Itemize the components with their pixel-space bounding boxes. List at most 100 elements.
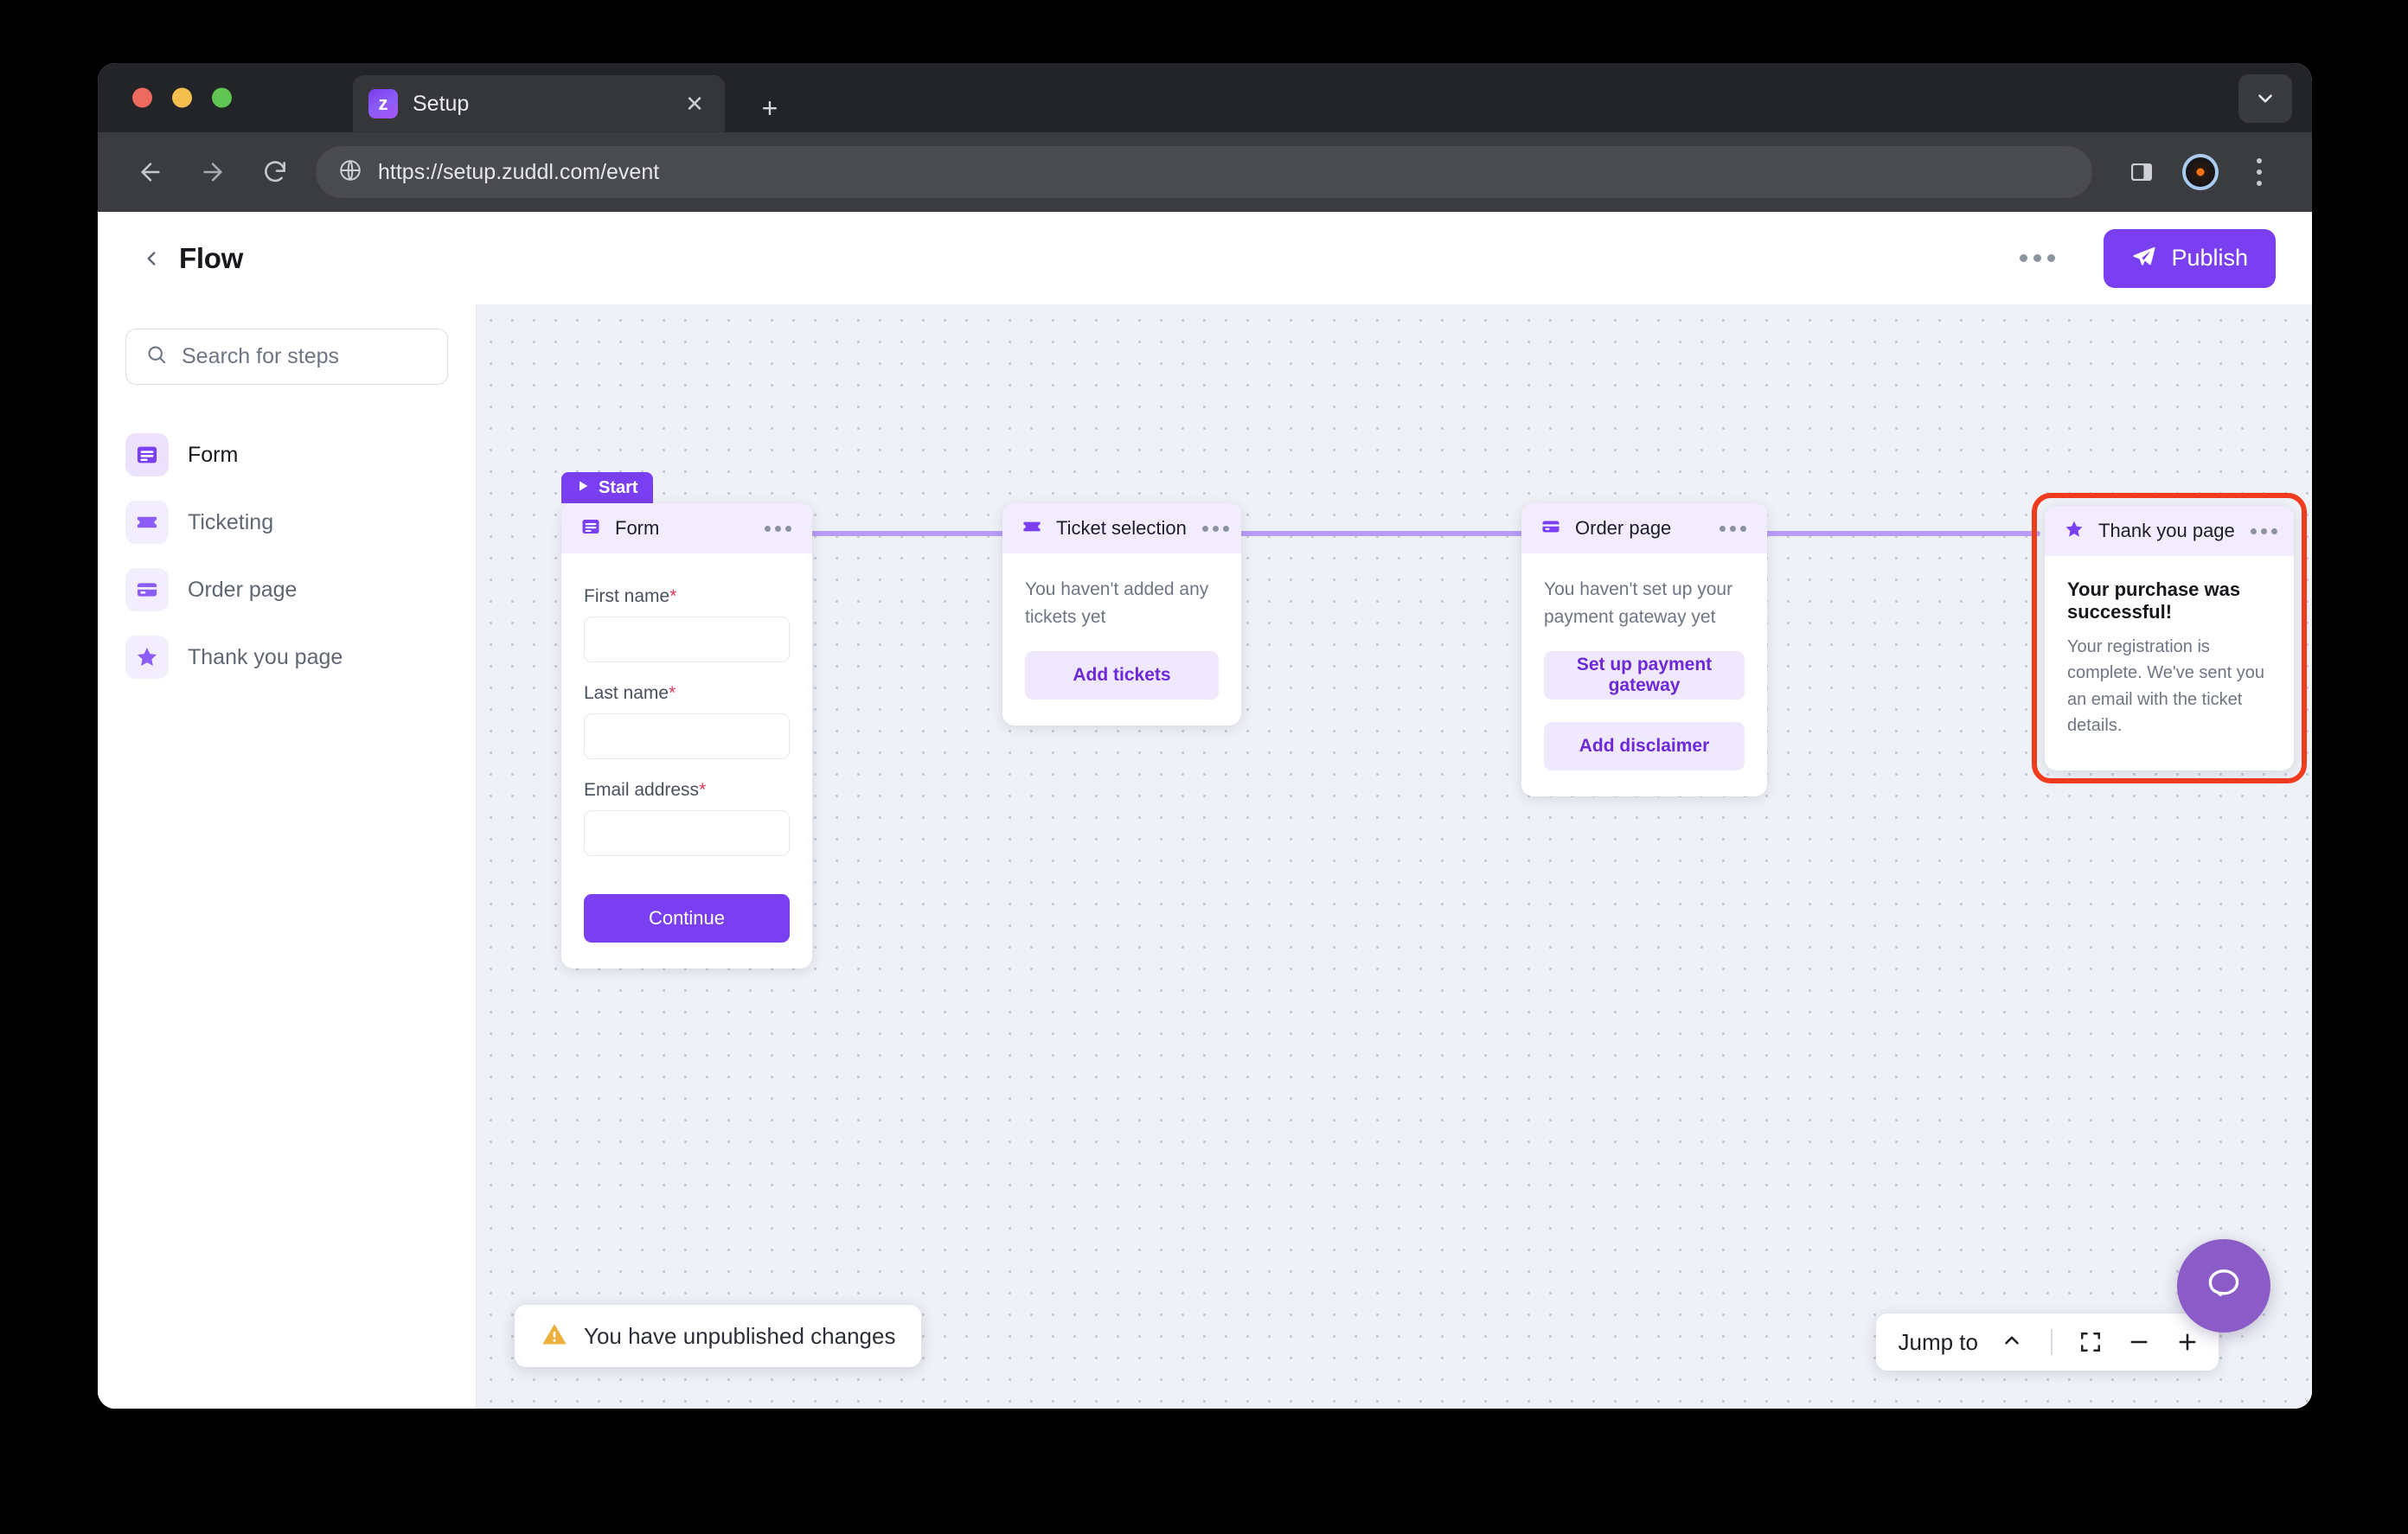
close-icon[interactable]: ✕	[680, 89, 709, 118]
star-icon	[2064, 519, 2085, 544]
jump-to-label: Jump to	[1898, 1328, 1979, 1355]
zuddl-favicon-icon: z	[368, 89, 398, 118]
browser-window: z Setup ✕ + https://setup.zuddl.com/even…	[98, 63, 2312, 1409]
sidebar-item-thank-you-page[interactable]: Thank you page	[125, 623, 448, 691]
chat-bubble-icon	[2203, 1263, 2245, 1309]
publish-button[interactable]: Publish	[2104, 228, 2276, 288]
node-form[interactable]: Form First name* Last name* Email addres…	[561, 503, 812, 968]
jump-to-button[interactable]: Jump to	[1899, 1329, 2038, 1356]
app-body: Form Ticketing Order page	[98, 304, 2312, 1409]
sidebar-item-label: Ticketing	[188, 509, 274, 534]
connector-order-to-thankyou	[1762, 531, 2040, 536]
warning-triangle-icon	[541, 1320, 568, 1352]
zuddl-app: Flow Publish Search for steps Form Ticke…	[98, 212, 2312, 1409]
thankyou-heading: Your purchase was successful!	[2067, 578, 2241, 623]
thankyou-subtext: Your registration is complete. We've sen…	[2067, 637, 2265, 736]
set-up-payment-gateway-button[interactable]: Set up payment gateway	[1544, 651, 1745, 700]
chevron-down-icon[interactable]	[2238, 74, 2292, 123]
more-horizontal-icon[interactable]	[1718, 519, 1748, 539]
tab-title: Setup	[413, 91, 470, 116]
ticket-icon	[125, 501, 169, 544]
node-ticket-selection[interactable]: Ticket selection You haven't added any t…	[1002, 503, 1241, 725]
minimize-window-button[interactable]	[172, 87, 192, 108]
app-header: Flow Publish	[98, 212, 2312, 304]
browser-tab-strip: z Setup ✕ +	[98, 63, 2312, 132]
browser-toolbar-actions	[2115, 145, 2286, 199]
node-form-header: Form	[561, 503, 812, 553]
ticket-empty-text: You haven't added any tickets yet	[1025, 579, 1209, 627]
add-tickets-button[interactable]: Add tickets	[1025, 651, 1219, 700]
order-empty-text: You haven't set up your payment gateway …	[1544, 579, 1733, 627]
ticket-icon	[1021, 516, 1042, 541]
maximize-window-button[interactable]	[212, 87, 232, 108]
form-icon	[580, 516, 601, 541]
start-label: Start	[599, 477, 638, 497]
node-title: Order page	[1575, 517, 1672, 539]
node-thank-you-page[interactable]: Thank you page Your purchase was success…	[2045, 506, 2294, 770]
node-title: Thank you page	[2098, 520, 2235, 541]
reload-icon[interactable]	[248, 145, 302, 199]
sidebar-item-label: Form	[188, 442, 239, 467]
chevron-up-icon	[2001, 1329, 2023, 1356]
search-steps-box[interactable]	[125, 329, 448, 385]
sidebar-item-ticketing[interactable]: Ticketing	[125, 489, 448, 556]
divider	[2051, 1329, 2053, 1355]
steps-list: Form Ticketing Order page Thank you page	[125, 421, 448, 691]
node-order-header: Order page	[1521, 503, 1767, 553]
more-horizontal-icon[interactable]	[2249, 521, 2279, 541]
unpublished-changes-text: You have unpublished changes	[584, 1322, 896, 1349]
help-chat-button[interactable]	[2177, 1239, 2270, 1333]
browser-tab[interactable]: z Setup ✕	[353, 75, 725, 132]
globe-icon	[338, 158, 362, 187]
node-thank-you-page-selection: Thank you page Your purchase was success…	[2032, 493, 2307, 783]
sidebar-item-form[interactable]: Form	[125, 421, 448, 489]
sidebar-item-label: Order page	[188, 577, 298, 602]
more-horizontal-icon[interactable]	[2006, 242, 2069, 274]
forward-arrow-icon[interactable]	[186, 145, 240, 199]
last-name-label: Last name*	[584, 683, 676, 703]
address-bar[interactable]: https://setup.zuddl.com/event	[316, 146, 2092, 198]
unpublished-changes-toast: You have unpublished changes	[515, 1305, 922, 1367]
more-horizontal-icon[interactable]	[1201, 519, 1231, 539]
email-field[interactable]	[584, 810, 790, 856]
window-traffic-lights	[132, 87, 232, 108]
steps-sidebar: Form Ticketing Order page	[98, 304, 477, 1409]
more-horizontal-icon[interactable]	[763, 519, 793, 539]
node-order-body: You haven't set up your payment gateway …	[1521, 553, 1767, 796]
add-disclaimer-button[interactable]: Add disclaimer	[1544, 722, 1745, 770]
node-thankyou-body: Your purchase was successful! Your regis…	[2045, 556, 2294, 770]
close-window-button[interactable]	[132, 87, 152, 108]
search-input[interactable]	[182, 344, 428, 369]
page-title: Flow	[179, 241, 243, 274]
profile-avatar[interactable]	[2174, 145, 2227, 199]
flow-canvas[interactable]: Start Form First name* Last name* Email …	[477, 304, 2312, 1409]
node-ticket-body: You haven't added any tickets yet Add ti…	[1002, 553, 1241, 725]
side-panel-icon[interactable]	[2115, 145, 2168, 199]
continue-button[interactable]: Continue	[584, 894, 790, 943]
first-name-label: First name*	[584, 586, 677, 606]
url-text: https://setup.zuddl.com/event	[378, 159, 660, 184]
publish-label: Publish	[2171, 245, 2248, 271]
sidebar-item-label: Thank you page	[188, 644, 343, 669]
card-icon	[1540, 516, 1561, 541]
card-icon	[125, 568, 169, 611]
plus-icon[interactable]: +	[755, 94, 785, 122]
play-icon	[576, 478, 590, 498]
browser-toolbar: https://setup.zuddl.com/event	[98, 132, 2312, 212]
first-name-field[interactable]	[584, 617, 790, 662]
node-thankyou-header: Thank you page	[2045, 506, 2294, 556]
back-arrow-icon[interactable]	[124, 145, 177, 199]
fit-screen-icon[interactable]	[2066, 1318, 2115, 1366]
kebab-menu-icon[interactable]	[2232, 145, 2286, 199]
zoom-out-button[interactable]	[2115, 1318, 2163, 1366]
last-name-field[interactable]	[584, 713, 790, 759]
chevron-left-icon[interactable]	[134, 241, 169, 276]
node-title: Form	[615, 517, 660, 539]
send-icon	[2131, 244, 2157, 272]
connector-ticket-to-order	[1238, 531, 1523, 536]
node-title: Ticket selection	[1056, 517, 1187, 539]
node-order-page[interactable]: Order page You haven't set up your payme…	[1521, 503, 1767, 796]
form-icon	[125, 433, 169, 476]
sidebar-item-order-page[interactable]: Order page	[125, 556, 448, 623]
start-badge: Start	[561, 472, 653, 503]
